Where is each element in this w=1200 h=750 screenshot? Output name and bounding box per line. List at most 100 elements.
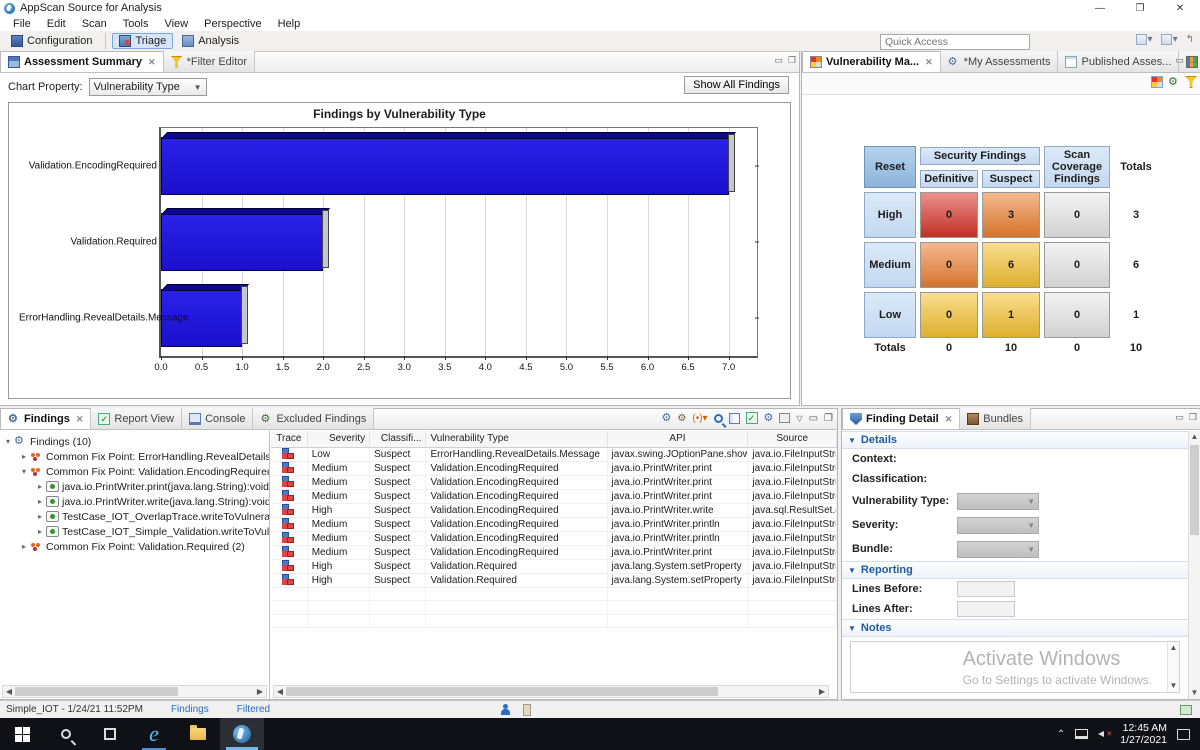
assessment-tab--filter-editor[interactable]: *Filter Editor [164, 51, 256, 72]
matrix-view-icon[interactable] [1151, 76, 1163, 88]
menu-scan[interactable]: Scan [75, 18, 114, 30]
menu-file[interactable]: File [6, 18, 38, 30]
table-view-icon[interactable] [729, 413, 740, 424]
file-explorer-icon[interactable] [176, 718, 220, 750]
restore-button[interactable]: ❐ [1120, 0, 1160, 16]
trace-icon[interactable] [282, 532, 295, 542]
tree-expand-arrow[interactable]: ▸ [18, 452, 30, 461]
trace-icon[interactable] [282, 560, 295, 570]
tree-item[interactable]: ▸java.io.PrintWriter.print(java.lang.Str… [2, 479, 269, 494]
matrix-tab-vulnerability-ma---[interactable]: Vulnerability Ma...✕ [802, 51, 941, 72]
assessment-tab-assessment-summary[interactable]: Assessment Summary✕ [0, 51, 164, 72]
column-header-vulnerabilitytype[interactable]: Vulnerability Type [426, 431, 607, 447]
matrix-cell-high-coverage[interactable]: 0 [1044, 192, 1110, 238]
matrix-cell-low-suspect[interactable]: 1 [982, 292, 1040, 338]
severity-row-header-medium[interactable]: Medium [864, 242, 916, 288]
severity-select[interactable]: ▼ [957, 517, 1039, 534]
matrix-cell-low-coverage[interactable]: 0 [1044, 292, 1110, 338]
menu-tools[interactable]: Tools [116, 18, 156, 30]
view-menu-icon[interactable]: ▽ [796, 414, 802, 423]
taskbar-search-button[interactable] [44, 718, 88, 750]
check-view-icon[interactable]: ✓ [746, 412, 758, 424]
maximize-view-icon[interactable]: ❐ [1189, 55, 1197, 66]
matrix-cell-high-definitive[interactable]: 0 [920, 192, 978, 238]
trace-icon[interactable] [282, 546, 295, 556]
gear-brown-icon[interactable]: ⚙ [677, 413, 686, 424]
close-button[interactable]: ✕ [1160, 0, 1200, 16]
group-by-icon[interactable]: (•)▾ [692, 413, 707, 424]
notes-section-header[interactable]: ▼ Notes [842, 619, 1188, 637]
matrix-cell-high-suspect[interactable]: 3 [982, 192, 1040, 238]
gear-blue-icon[interactable]: ⚙ [662, 412, 672, 424]
notes-textarea[interactable]: ▲ ▼ [850, 641, 1180, 693]
status-findings-link[interactable]: Findings [171, 704, 209, 715]
reset-button[interactable]: Reset [864, 146, 916, 188]
internet-explorer-icon[interactable]: e [132, 718, 176, 750]
tree-item[interactable]: ▸Common Fix Point: Validation.Required (… [2, 539, 269, 554]
perspective-analysis[interactable]: Analysis [175, 33, 246, 49]
severity-row-header-low[interactable]: Low [864, 292, 916, 338]
network-icon[interactable] [1075, 729, 1088, 739]
minimize-view-icon[interactable]: ▭ [1175, 55, 1184, 66]
minimize-view-icon[interactable]: ▭ [774, 55, 783, 66]
task-view-button[interactable] [88, 718, 132, 750]
column-header-trace[interactable]: Trace [271, 431, 307, 447]
detail-tab-bundles[interactable]: Bundles [960, 408, 1031, 429]
chart-bar[interactable] [161, 137, 729, 195]
action-center-icon[interactable] [1177, 729, 1190, 740]
tree-item[interactable]: ▾Findings (10) [2, 434, 269, 449]
tree-item[interactable]: ▸java.io.PrintWriter.write(java.lang.Str… [2, 494, 269, 509]
minimize-view-icon[interactable]: ▭ [809, 413, 818, 424]
column-header-severity[interactable]: Severity [307, 431, 369, 447]
tab-close-icon[interactable]: ✕ [945, 414, 953, 425]
tree-expand-arrow[interactable]: ▸ [34, 482, 46, 491]
minimize-button[interactable]: — [1080, 0, 1120, 16]
menu-edit[interactable]: Edit [40, 18, 73, 30]
table-horizontal-scrollbar[interactable]: ◀▶ [273, 685, 829, 698]
show-all-findings-button[interactable]: Show All Findings [684, 76, 789, 94]
reporting-section-header[interactable]: ▼ Reporting [842, 561, 1188, 579]
tree-expand-arrow[interactable]: ▸ [34, 512, 46, 521]
tree-expand-arrow[interactable]: ▾ [18, 467, 30, 476]
tab-close-icon[interactable]: ✕ [148, 57, 156, 68]
bundle-select[interactable]: ▼ [957, 541, 1039, 558]
tree-item[interactable]: ▾Common Fix Point: Validation.EncodingRe… [2, 464, 269, 479]
tree-expand-arrow[interactable]: ▾ [2, 437, 14, 446]
findings-tab-excluded-findings[interactable]: ⚙Excluded Findings [253, 408, 374, 429]
matrix-filter-icon[interactable] [1185, 76, 1197, 88]
lines-before-input[interactable] [957, 581, 1015, 597]
tab-close-icon[interactable]: ✕ [76, 414, 84, 425]
search-icon[interactable] [714, 414, 723, 423]
quick-access-input[interactable] [880, 34, 1030, 50]
menu-view[interactable]: View [157, 18, 195, 30]
tree-item[interactable]: ▸TestCase_IOT_Simple_Validation.writeToV… [2, 524, 269, 539]
findings-tab-console[interactable]: Console [182, 408, 253, 429]
finding-row[interactable]: MediumSuspectValidation.EncodingRequired… [271, 517, 837, 531]
trace-icon[interactable] [282, 476, 295, 486]
status-filtered-link[interactable]: Filtered [237, 704, 270, 715]
finding-row[interactable]: HighSuspectValidation.Requiredjava.lang.… [271, 573, 837, 587]
finding-row[interactable]: MediumSuspectValidation.EncodingRequired… [271, 461, 837, 475]
menu-help[interactable]: Help [271, 18, 308, 30]
finding-row[interactable]: HighSuspectValidation.EncodingRequiredja… [271, 503, 837, 517]
start-button[interactable] [0, 718, 44, 750]
notes-scrollbar[interactable]: ▲ ▼ [1167, 642, 1179, 692]
finding-row[interactable]: MediumSuspectValidation.EncodingRequired… [271, 475, 837, 489]
details-section-header[interactable]: ▼ Details [842, 431, 1188, 449]
severity-row-header-high[interactable]: High [864, 192, 916, 238]
trace-icon[interactable] [282, 504, 295, 514]
maximize-view-icon[interactable]: ❐ [788, 55, 796, 66]
show-hidden-icons-chevron[interactable]: ⌃ [1057, 729, 1065, 740]
appscan-taskbar-icon[interactable] [220, 718, 264, 750]
back-navigation-icon[interactable]: ↰ [1186, 34, 1194, 45]
trace-icon[interactable] [282, 490, 295, 500]
finding-row[interactable]: HighSuspectValidation.Requiredjava.lang.… [271, 559, 837, 573]
matrix-settings-icon[interactable]: ⚙ [1168, 76, 1180, 88]
volume-muted-icon[interactable] [1098, 729, 1110, 739]
tab-close-icon[interactable]: ✕ [925, 57, 933, 68]
finding-row[interactable]: MediumSuspectValidation.EncodingRequired… [271, 531, 837, 545]
gear-globe-icon[interactable]: ⚙ [764, 412, 774, 424]
findings-tab-findings[interactable]: ⚙Findings✕ [0, 408, 91, 429]
detail-vertical-scrollbar[interactable]: ▲ ▼ [1188, 431, 1200, 699]
matrix-cell-medium-suspect[interactable]: 6 [982, 242, 1040, 288]
